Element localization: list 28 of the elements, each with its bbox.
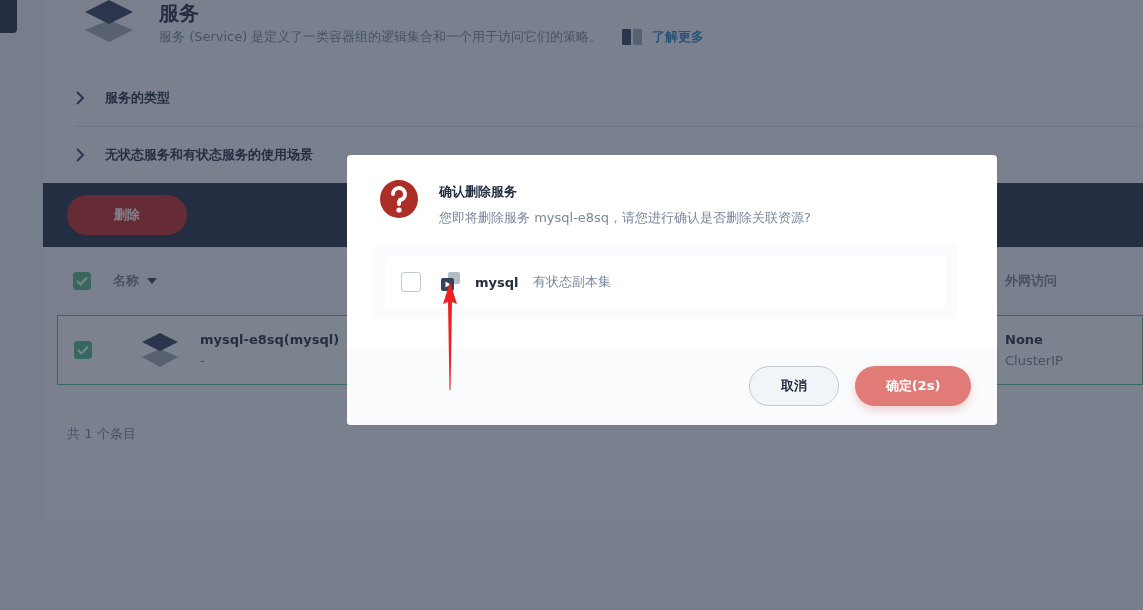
dialog-message: 您即将删除服务 mysql-e8sq，请您进行确认是否删除关联资源?: [439, 209, 811, 227]
workload-icon: [441, 272, 461, 292]
sidebar-edge: [0, 0, 17, 33]
chevron-icon: [75, 148, 85, 162]
service-description: -: [200, 353, 206, 368]
book-icon: [622, 29, 643, 45]
select-all-checkbox[interactable]: [73, 272, 91, 290]
chevron-icon: [75, 91, 85, 105]
learn-more-link[interactable]: 了解更多: [652, 28, 705, 46]
collapsible-section[interactable]: 服务的类型: [75, 70, 1143, 127]
cancel-button[interactable]: 取消: [749, 366, 839, 406]
confirm-button[interactable]: 确定(2s): [855, 366, 971, 406]
resource-item[interactable]: mysql 有状态副本集: [385, 257, 945, 307]
delete-button[interactable]: 删除: [67, 195, 187, 235]
resource-checkbox[interactable]: [401, 272, 421, 292]
collapsible-section[interactable]: 无状态服务和有状态服务的使用场景: [75, 127, 1143, 183]
page-title: 服务: [159, 2, 200, 24]
check-icon: [77, 345, 89, 355]
sort-caret-icon[interactable]: [147, 278, 157, 284]
resource-type: 有状态副本集: [532, 273, 611, 291]
resource-name: mysql: [475, 274, 519, 290]
row-checkbox[interactable]: [74, 341, 92, 359]
service-name[interactable]: mysql-e8sq(mysql): [200, 332, 340, 347]
check-icon: [76, 276, 88, 286]
external-access-value: None: [1005, 332, 1044, 347]
service-icon: [140, 331, 180, 369]
dialog-title: 确认删除服务: [439, 183, 518, 201]
question-icon: [379, 179, 419, 219]
